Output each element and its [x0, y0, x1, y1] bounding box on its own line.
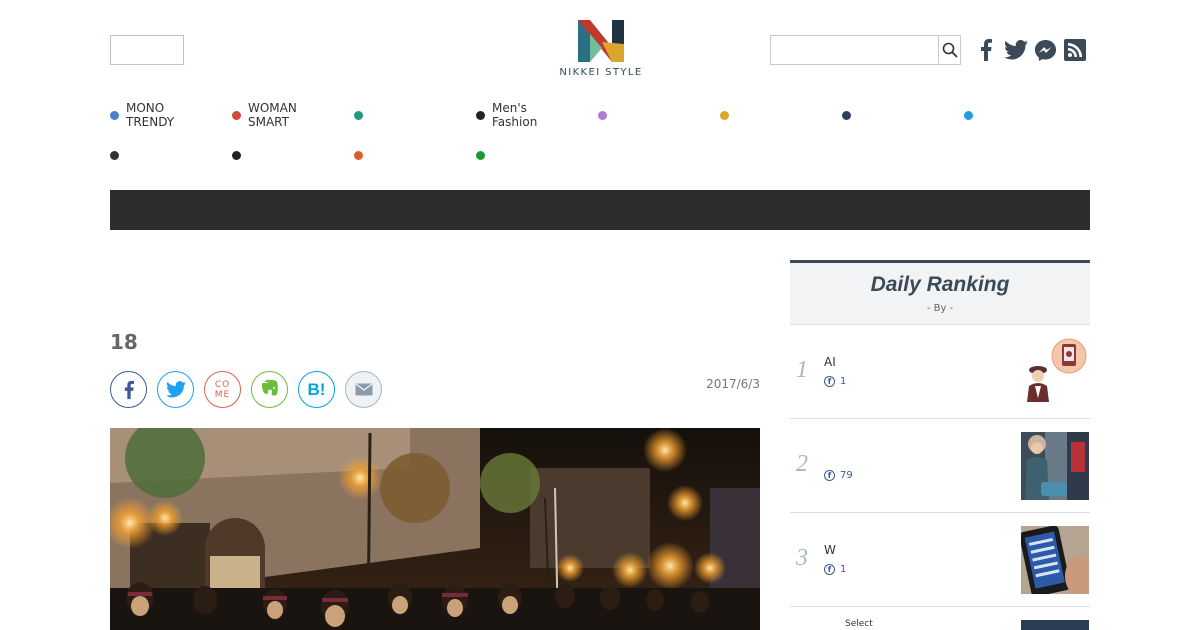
- search-input[interactable]: [771, 36, 938, 64]
- messenger-icon: [1034, 39, 1056, 61]
- rss-icon: [1064, 39, 1086, 61]
- category-dot-icon: [354, 150, 363, 160]
- category-dot-icon: [476, 150, 485, 160]
- category-dot-icon: [232, 150, 241, 160]
- login-button[interactable]: [110, 35, 184, 65]
- nav-category-0[interactable]: MONO TRENDY: [110, 101, 174, 129]
- come-icon: COME: [214, 379, 231, 400]
- category-dot-icon: [110, 110, 119, 120]
- rank-fb-count-value: 1: [840, 564, 847, 575]
- facebook-icon: f: [824, 470, 835, 481]
- rank-headline[interactable]: AI: [824, 355, 836, 369]
- ranking-byline: - By -: [926, 303, 954, 314]
- nav-category-11[interactable]: [476, 141, 492, 169]
- rank-thumbnail[interactable]: [1021, 432, 1089, 500]
- ranking-title: Daily Ranking: [870, 273, 1010, 296]
- rank-number: 2: [796, 451, 808, 477]
- nikkei-n-logo-icon: [578, 20, 624, 62]
- facebook-icon: f: [824, 376, 835, 387]
- nav-category-8[interactable]: [110, 141, 126, 169]
- rank-thumbnail[interactable]: [1021, 338, 1089, 406]
- nav-category-6[interactable]: [842, 101, 858, 129]
- ranking-item[interactable]: 3 W f 1: [790, 513, 1090, 607]
- share-facebook-button[interactable]: [110, 371, 147, 408]
- twitter-link[interactable]: [1004, 38, 1028, 62]
- article-title: 18: [110, 330, 138, 354]
- rank-fb-count-value: 1: [840, 376, 847, 387]
- messenger-link[interactable]: [1033, 38, 1057, 62]
- search-box: [770, 35, 961, 65]
- daily-ranking: Daily Ranking - By - 1 AI f 1 2 f 79 3 W…: [790, 260, 1090, 630]
- nav-category-2[interactable]: [354, 101, 370, 129]
- rank-number: 1: [796, 357, 808, 383]
- category-dot-icon: [476, 110, 485, 120]
- ranking-header: Daily Ranking - By -: [790, 260, 1090, 325]
- rank-fb-count: f 1: [824, 376, 846, 387]
- nav-category-9[interactable]: [232, 141, 248, 169]
- category-label: Men's Fashion: [492, 101, 538, 129]
- share-buttons: COME B!: [110, 371, 382, 408]
- robot-waiter-illustration: [1021, 338, 1089, 406]
- category-dot-icon: [598, 110, 607, 120]
- facebook-icon: [124, 380, 134, 399]
- twitter-icon: [1004, 40, 1028, 60]
- nav-category-5[interactable]: [720, 101, 736, 129]
- rank-thumbnail[interactable]: [1021, 526, 1089, 594]
- share-mail-button[interactable]: [345, 371, 382, 408]
- category-dot-icon: [842, 110, 851, 120]
- facebook-icon: [981, 39, 992, 61]
- ranking-select-label[interactable]: Select: [845, 619, 873, 629]
- rank-fb-count-value: 79: [840, 470, 853, 481]
- twitter-icon: [165, 381, 186, 398]
- share-twitter-button[interactable]: [157, 371, 194, 408]
- article-photo: [110, 428, 760, 630]
- rank-fb-count: f 1: [824, 564, 846, 575]
- share-hatena-button[interactable]: B!: [298, 371, 335, 408]
- rank-thumbnail[interactable]: [1021, 620, 1089, 630]
- hatena-icon: B!: [307, 379, 326, 399]
- nav-category-4[interactable]: [598, 101, 614, 129]
- category-dot-icon: [232, 110, 241, 120]
- nav-category-10[interactable]: [354, 141, 370, 169]
- category-dot-icon: [354, 110, 363, 120]
- site-logo[interactable]: NIKKEI STYLE: [556, 20, 646, 78]
- smartphone-photo: [1021, 526, 1089, 594]
- nav-category-3[interactable]: Men's Fashion: [476, 101, 537, 129]
- article-date: 2017/6/3: [706, 377, 760, 391]
- mail-icon: [355, 383, 372, 396]
- share-come-button[interactable]: COME: [204, 371, 241, 408]
- rank-fb-count: f 79: [824, 470, 853, 481]
- share-evernote-button[interactable]: [251, 371, 288, 408]
- category-dot-icon: [720, 110, 729, 120]
- category-dot-icon: [110, 150, 119, 160]
- category-label: MONO TRENDY: [126, 101, 175, 129]
- search-icon: [942, 42, 958, 58]
- ranking-item[interactable]: 2 f 79: [790, 419, 1090, 513]
- search-button[interactable]: [938, 36, 960, 64]
- nav-category-7[interactable]: [964, 101, 980, 129]
- rank-headline[interactable]: W: [824, 543, 836, 557]
- rank-number: 3: [796, 545, 808, 571]
- facebook-link[interactable]: [974, 38, 998, 62]
- logo-text: NIKKEI STYLE: [559, 67, 643, 78]
- rss-link[interactable]: [1063, 38, 1087, 62]
- facebook-icon: f: [824, 564, 835, 575]
- global-nav-bar: [110, 190, 1090, 230]
- torch-parade-photo: [110, 428, 760, 630]
- shopper-photo: [1021, 432, 1089, 500]
- evernote-icon: [261, 378, 278, 396]
- nav-category-1[interactable]: WOMAN SMART: [232, 101, 297, 129]
- category-label: WOMAN SMART: [248, 101, 297, 129]
- category-dot-icon: [964, 110, 973, 120]
- ranking-item[interactable]: 1 AI f 1: [790, 325, 1090, 419]
